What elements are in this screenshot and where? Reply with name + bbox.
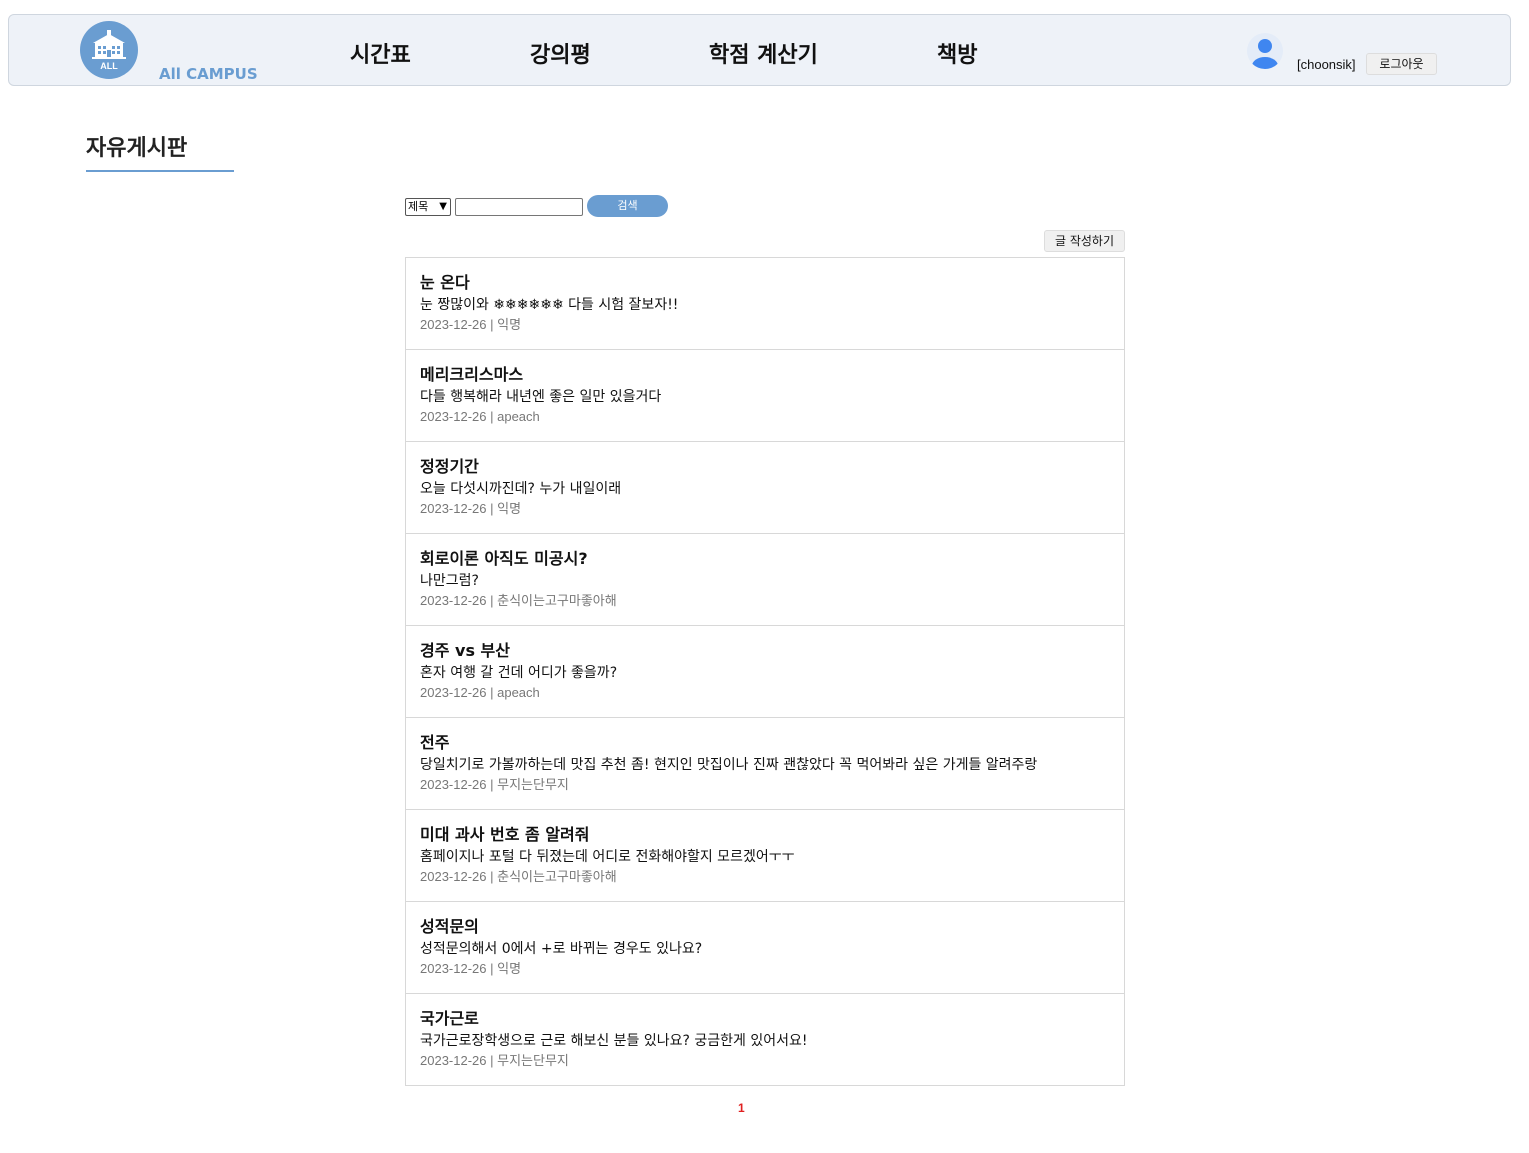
post-item[interactable]: 회로이론 아직도 미공시? 나만그럼? 2023-12-26 | 춘식이는고구마좋아…	[406, 534, 1124, 626]
post-meta: 2023-12-26 | 익명	[420, 315, 1110, 335]
search-select-value: 제목	[408, 200, 429, 213]
post-item[interactable]: 눈 온다눈 짱많이와 ❄❄❄❄❄❄ 다들 시험 잘보자!! 2023-12-26 …	[406, 258, 1124, 350]
top-header: ALL All CAMPUS 시간표 강의평 학점 계산기 책방 [choons…	[8, 14, 1511, 86]
post-meta: 2023-12-26 | apeach	[420, 407, 1110, 427]
post-title[interactable]: 성적문의	[420, 916, 1110, 938]
post-date: 2023-12-26	[420, 1053, 487, 1068]
search-input[interactable]	[455, 198, 583, 216]
meta-separator: |	[486, 685, 498, 700]
post-author: 익명	[497, 501, 522, 516]
post-author: 춘식이는고구마좋아해	[497, 593, 617, 608]
chevron-down-icon: ▼	[439, 201, 447, 212]
post-body: 다들 행복해라 내년엔 좋은 일만 있을거다	[420, 389, 662, 405]
post-item[interactable]: 미대 과사 번호 좀 알려줘홈페이지나 포털 다 뒤졌는데 어디로 전화해야할지…	[406, 810, 1124, 902]
post-meta: 2023-12-26 | 익명	[420, 959, 1110, 979]
meta-separator: |	[486, 317, 498, 332]
post-item[interactable]: 메리크리스마스다들 행복해라 내년엔 좋은 일만 있을거다 2023-12-26 …	[406, 350, 1124, 442]
search-field-select[interactable]: 제목 ▼	[405, 198, 451, 216]
post-item[interactable]: 경주 vs 부산혼자 여행 갈 건데 어디가 좋을까? 2023-12-26 | …	[406, 626, 1124, 718]
user-avatar-icon	[1247, 33, 1283, 69]
post-meta: 2023-12-26 | 무지는단무지	[420, 1051, 1110, 1071]
post-date: 2023-12-26	[420, 777, 487, 792]
post-date: 2023-12-26	[420, 501, 487, 516]
nav-timetable[interactable]: 시간표	[350, 37, 411, 69]
title-underline	[86, 170, 234, 172]
post-author: 무지는단무지	[497, 777, 569, 792]
post-author: 무지는단무지	[497, 1053, 569, 1068]
post-meta: 2023-12-26 | 익명	[420, 499, 1110, 519]
post-body: 오늘 다섯시까진데? 누가 내일이래	[420, 481, 622, 497]
post-item[interactable]: 전주당일치기로 가볼까하는데 맛집 추천 좀! 현지인 맛집이나 진짜 괜찮았다…	[406, 718, 1124, 810]
post-author: apeach	[497, 409, 540, 424]
post-title[interactable]: 눈 온다	[420, 272, 1110, 294]
post-body: 나만그럼?	[420, 573, 479, 589]
post-meta: 2023-12-26 | apeach	[420, 683, 1110, 703]
post-body: 눈 짱많이와 ❄❄❄❄❄❄ 다들 시험 잘보자!!	[420, 297, 679, 313]
post-date: 2023-12-26	[420, 869, 487, 884]
post-date: 2023-12-26	[420, 317, 487, 332]
post-body: 성적문의해서 0에서 +로 바뀌는 경우도 있나요?	[420, 941, 703, 957]
post-date: 2023-12-26	[420, 409, 487, 424]
logout-button[interactable]: 로그아웃	[1366, 53, 1437, 75]
post-item[interactable]: 국가근로국가근로장학생으로 근로 해보신 분들 있나요? 궁금한게 있어서요! 2…	[406, 994, 1124, 1085]
post-title[interactable]: 메리크리스마스	[420, 364, 1110, 386]
post-author: 익명	[497, 961, 522, 976]
post-item[interactable]: 정정기간오늘 다섯시까진데? 누가 내일이래 2023-12-26 | 익명	[406, 442, 1124, 534]
post-body: 혼자 여행 갈 건데 어디가 좋을까?	[420, 665, 618, 681]
post-title[interactable]: 미대 과사 번호 좀 알려줘	[420, 824, 1110, 846]
meta-separator: |	[486, 1053, 498, 1068]
campus-logo-icon[interactable]: ALL	[80, 21, 138, 79]
post-date: 2023-12-26	[420, 961, 487, 976]
post-meta: 2023-12-26 | 무지는단무지	[420, 775, 1110, 795]
post-title[interactable]: 정정기간	[420, 456, 1110, 478]
meta-separator: |	[486, 409, 498, 424]
nav-bookstore[interactable]: 책방	[937, 37, 977, 69]
post-list: 눈 온다눈 짱많이와 ❄❄❄❄❄❄ 다들 시험 잘보자!! 2023-12-26 …	[405, 257, 1125, 1086]
post-author: 익명	[497, 317, 522, 332]
meta-separator: |	[486, 501, 498, 516]
post-body: 국가근로장학생으로 근로 해보신 분들 있나요? 궁금한게 있어서요!	[420, 1033, 808, 1049]
page-title: 자유게시판	[86, 136, 188, 161]
post-meta: 2023-12-26 | 춘식이는고구마좋아해	[420, 867, 1110, 887]
post-date: 2023-12-26	[420, 685, 487, 700]
post-title[interactable]: 회로이론 아직도 미공시?	[420, 548, 1110, 570]
meta-separator: |	[486, 961, 498, 976]
post-title[interactable]: 전주	[420, 732, 1110, 754]
meta-separator: |	[486, 593, 498, 608]
logo-text[interactable]: All CAMPUS	[159, 65, 258, 83]
write-post-button[interactable]: 글 작성하기	[1044, 230, 1125, 252]
nav-lecture-reviews[interactable]: 강의평	[530, 37, 591, 69]
post-body: 당일치기로 가볼까하는데 맛집 추천 좀! 현지인 맛집이나 진짜 괜찮았다 꼭…	[420, 757, 1038, 773]
post-item[interactable]: 성적문의성적문의해서 0에서 +로 바뀌는 경우도 있나요? 2023-12-26…	[406, 902, 1124, 994]
post-body: 홈페이지나 포털 다 뒤졌는데 어디로 전화해야할지 모르겠어ㅜㅜ	[420, 849, 795, 865]
post-date: 2023-12-26	[420, 593, 487, 608]
post-title[interactable]: 국가근로	[420, 1008, 1110, 1030]
search-button[interactable]: 검색	[587, 195, 668, 217]
post-author: apeach	[497, 685, 540, 700]
meta-separator: |	[486, 869, 498, 884]
user-name: [choonsik]	[1297, 57, 1356, 72]
post-meta: 2023-12-26 | 춘식이는고구마좋아해	[420, 591, 1110, 611]
nav-grade-calculator[interactable]: 학점 계산기	[709, 37, 818, 69]
meta-separator: |	[486, 777, 498, 792]
post-author: 춘식이는고구마좋아해	[497, 869, 617, 884]
logo-badge-text: ALL	[100, 61, 118, 71]
post-title[interactable]: 경주 vs 부산	[420, 640, 1110, 662]
pagination-page-1[interactable]: 1	[738, 1101, 745, 1115]
